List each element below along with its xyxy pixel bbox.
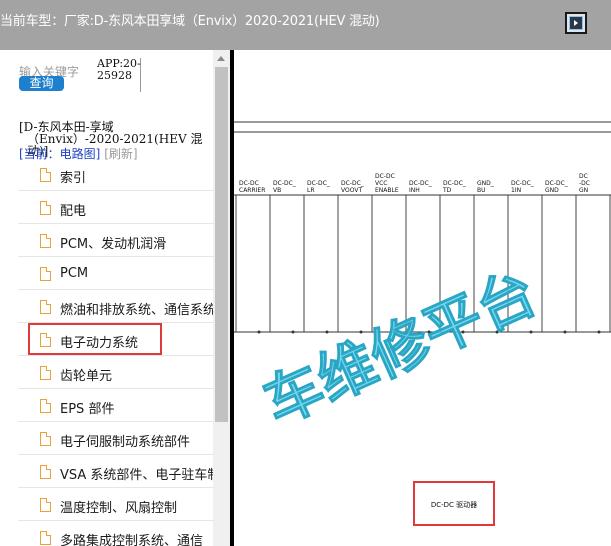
pin-label: CARRIER: [239, 187, 265, 194]
pin-label: VB: [273, 187, 281, 194]
pin-label: LR: [307, 187, 315, 194]
pin-label: DC-DC: [375, 173, 395, 180]
pin-terminal: [529, 330, 533, 334]
file-icon: [40, 168, 51, 182]
search-button[interactable]: 查询: [19, 76, 64, 91]
pin-label: DC: [579, 173, 588, 180]
file-icon: [40, 201, 51, 215]
pin-label: GND_: [477, 180, 495, 187]
pin-label: DC-DC: [239, 180, 259, 187]
pin-label: DC-DC_: [307, 180, 331, 187]
pin-label: DC-DC_: [443, 180, 467, 187]
pin-label: DC-DC_: [511, 180, 535, 187]
list-item[interactable]: 齿轮单元: [18, 356, 213, 389]
pin-label: DC-DC_: [545, 180, 569, 187]
pin-terminal: [563, 330, 567, 334]
panel-toggle-button[interactable]: [565, 12, 587, 34]
file-icon: [40, 366, 51, 380]
list-item[interactable]: 温度控制、风扇控制: [18, 488, 213, 521]
file-icon: [40, 267, 51, 281]
pin-label: VCC: [375, 180, 387, 187]
file-icon: [40, 432, 51, 446]
pin-label: VOOVT: [341, 187, 362, 194]
pin-label: DC-DC_: [409, 180, 433, 187]
pin-label: INH: [409, 187, 420, 194]
watermark: 车维修平台: [254, 258, 547, 438]
app-code: APP:20- 25928: [97, 58, 141, 92]
sidebar: 输入关键字 查询 APP:20- 25928 [D-东风本田-享域 （Envix…: [0, 50, 230, 546]
current-vehicle-title: 当前车型：厂家:D-东风本田享域（Envix）2020-2021(HEV 混动): [0, 14, 380, 29]
component-label: DC-DC 驱动器: [431, 500, 477, 509]
pin-label: 1IN: [511, 187, 521, 194]
list-item-selected[interactable]: 电子动力系统: [18, 323, 213, 356]
file-icon: [40, 300, 51, 314]
list-item[interactable]: 多路集成控制系统、通信: [18, 521, 213, 546]
pin-terminal: [291, 330, 295, 334]
list-item[interactable]: PCM、发动机润滑: [18, 224, 213, 257]
category-list: 索引 配电 PCM、发动机润滑 PCM 燃油和排放系统、通信系统 电子动力系统 …: [18, 158, 230, 546]
file-icon: [40, 333, 51, 347]
pin-terminal: [325, 330, 329, 334]
wiring-diagram: DC-DCCARRIERDC-DC_VBDC-DC_LRDC-DC_VOOVTD…: [234, 121, 611, 526]
pin-label: -DC: [579, 180, 590, 187]
pin-label: DC-DC_: [273, 180, 297, 187]
list-item[interactable]: PCM: [18, 257, 213, 290]
scroll-thumb[interactable]: [215, 67, 228, 422]
pin-label: TD: [442, 187, 452, 194]
list-item[interactable]: 电子伺服制动系统部件: [18, 422, 213, 455]
scroll-up-icon[interactable]: [217, 56, 225, 61]
sidebar-scrollbar[interactable]: [213, 50, 230, 546]
file-icon: [40, 498, 51, 512]
pin-label: GND: [545, 187, 559, 194]
list-item[interactable]: 配电: [18, 191, 213, 224]
list-item[interactable]: 索引: [18, 158, 213, 191]
list-item[interactable]: VSA 系统部件、电子驻车制动: [18, 455, 230, 488]
list-item[interactable]: EPS 部件: [18, 389, 213, 422]
file-icon: [40, 465, 51, 479]
pin-label: DC-DC_: [341, 180, 365, 187]
file-icon: [40, 234, 51, 248]
pin-label: ENABLE: [375, 187, 399, 194]
file-icon: [40, 531, 51, 545]
file-icon: [40, 399, 51, 413]
play-icon: [569, 16, 583, 30]
top-bar: 当前车型：厂家:D-东风本田享域（Envix）2020-2021(HEV 混动): [0, 0, 611, 50]
pin-terminal: [257, 330, 261, 334]
pin-label: GN: [579, 187, 588, 194]
list-item[interactable]: 燃油和排放系统、通信系统: [18, 290, 216, 323]
app-code-line2: 25928: [97, 69, 132, 82]
pin-terminal: [597, 330, 601, 334]
pin-label: BU: [477, 187, 486, 194]
diagram-viewer[interactable]: DC-DC CARRIER DC-DC_ VB DC-DC_ LR DC-DC_ VOOVT D…: [234, 50, 611, 546]
